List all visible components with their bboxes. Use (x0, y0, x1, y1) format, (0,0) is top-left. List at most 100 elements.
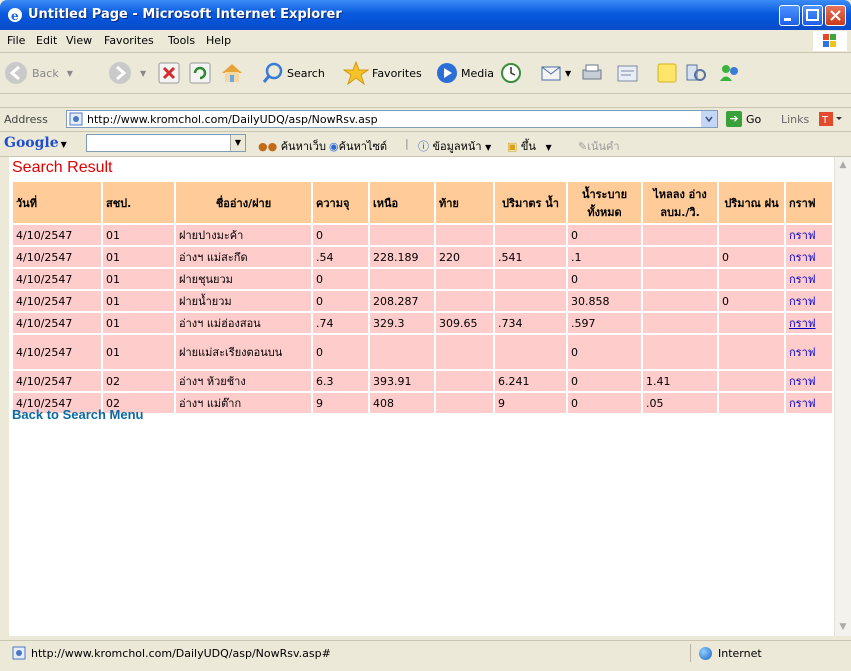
search-button[interactable]: Search (262, 61, 325, 85)
go-arrow-icon: ➔ (726, 111, 742, 127)
table-row: 4/10/2547 01 ฝายชุนยวม 0 0 กราฟ (13, 269, 832, 289)
close-button[interactable] (825, 5, 846, 26)
home-button[interactable] (220, 61, 244, 85)
graph-link[interactable]: กราฟ (786, 269, 832, 289)
search-label: Search (287, 66, 325, 80)
address-input[interactable]: http://www.kromchol.com/DailyUDQ/asp/Now… (66, 110, 718, 128)
graph-link[interactable]: กราฟ (786, 393, 832, 413)
refresh-icon (189, 62, 211, 84)
col-name: ชื่ออ่าง/ฝาย (176, 182, 311, 223)
graph-link[interactable]: กราฟ (786, 371, 832, 391)
cell-name: ฝายน้ำยวม (176, 291, 311, 311)
col-capacity: ความจุ (313, 182, 368, 223)
cell-date: 4/10/2547 (13, 313, 101, 333)
google-logo[interactable]: Google ▼ (4, 135, 67, 151)
search-web-button[interactable]: ●● ค้นหาเว็บ (258, 137, 326, 155)
cell-date: 4/10/2547 (13, 371, 101, 391)
edit-button[interactable] (616, 61, 640, 85)
page-info-button[interactable]: ⓘ ข้อมูลหน้า ▼ (418, 137, 491, 155)
cell-capacity: 9 (313, 393, 368, 413)
menu-tools[interactable]: Tools (168, 34, 195, 47)
cell-rainfall (719, 313, 784, 333)
maximize-button[interactable] (802, 5, 823, 26)
cell-downstream (436, 225, 493, 245)
cell-capacity: 0 (313, 291, 368, 311)
col-rainfall: ปริมาณ ฝน (719, 182, 784, 223)
graph-link[interactable]: กราฟ (786, 225, 832, 245)
graph-link[interactable]: กราฟ (786, 291, 832, 311)
page-icon (69, 112, 83, 126)
minimize-button[interactable] (779, 5, 800, 26)
cell-total-discharge: 0 (568, 371, 641, 391)
messenger-button[interactable] (718, 61, 742, 85)
search-site-button[interactable]: ◉ค้นหาไซต์ (329, 137, 387, 155)
cell-upstream: 408 (370, 393, 434, 413)
links-button[interactable]: Links (781, 113, 809, 126)
back-dropdown-icon[interactable]: ▼ (67, 69, 73, 78)
table-row: 4/10/2547 01 อ่างฯ แม่ฮ่องสอน .74 329.3 309.6… (13, 313, 832, 333)
cell-upstream: 329.3 (370, 313, 434, 333)
cell-name: ฝายแม่สะเรียงตอนบน (176, 335, 311, 369)
maximize-icon (806, 9, 819, 21)
status-bar: http://www.kromchol.com/DailyUDQ/asp/Now… (0, 640, 851, 671)
windows-logo-icon (813, 31, 847, 51)
favorites-label: Favorites (372, 66, 422, 80)
refresh-button[interactable] (189, 61, 211, 85)
google-search-dropdown-icon[interactable]: ▼ (230, 135, 245, 151)
highlighter-icon: ✎ (578, 140, 588, 153)
back-arrow-icon (5, 62, 27, 84)
up-button[interactable]: ▣ ขึ้น ▼ (507, 137, 552, 155)
graph-link[interactable]: กราฟ (786, 247, 832, 267)
folder-up-icon: ▣ (507, 140, 518, 153)
title-bar[interactable]: e Untitled Page - Microsoft Internet Exp… (0, 0, 851, 30)
cell-capacity: 0 (313, 269, 368, 289)
back-to-search-link[interactable]: Back to Search Menu (12, 407, 144, 422)
col-inflow: ไหลลง อ่าง ลบม./วิ. (643, 182, 717, 223)
google-search-input[interactable]: ▼ (86, 134, 246, 152)
address-label: Address (4, 113, 48, 126)
stop-button[interactable] (158, 61, 180, 85)
favorites-button[interactable]: Favorites (343, 61, 422, 85)
status-text: http://www.kromchol.com/DailyUDQ/asp/Now… (31, 647, 331, 660)
menu-favorites[interactable]: Favorites (104, 34, 154, 47)
address-dropdown-icon[interactable] (701, 111, 717, 127)
cell-downstream: 220 (436, 247, 493, 267)
zone-label: Internet (718, 646, 762, 660)
go-button[interactable]: ➔ Go (726, 111, 761, 127)
cell-inflow (643, 313, 717, 333)
scroll-up-icon[interactable]: ▲ (835, 157, 851, 174)
forward-button[interactable]: ▼ (108, 61, 146, 85)
cell-date: 4/10/2547 (13, 247, 101, 267)
cell-water-volume (495, 291, 566, 311)
menu-edit[interactable]: Edit (36, 34, 57, 47)
translate-icon[interactable]: T (818, 111, 842, 127)
menu-help[interactable]: Help (206, 34, 231, 47)
mail-icon (541, 66, 561, 81)
research-button[interactable] (684, 61, 708, 85)
messenger-note-button[interactable] (656, 61, 678, 85)
media-button[interactable]: Media (436, 61, 494, 85)
security-zone: Internet (690, 644, 809, 662)
cell-water-volume: .734 (495, 313, 566, 333)
graph-link[interactable]: กราฟ (786, 335, 832, 369)
vertical-scrollbar[interactable]: ▲ ▼ (834, 157, 851, 636)
menu-file[interactable]: File (7, 34, 25, 47)
cell-water-volume: .541 (495, 247, 566, 267)
cell-inflow: .05 (643, 393, 717, 413)
note-icon (657, 63, 677, 83)
highlight-button[interactable]: ✎เน้นคำ (578, 137, 620, 155)
forward-dropdown-icon[interactable]: ▼ (140, 69, 146, 78)
col-region: สชป. (103, 182, 174, 223)
cell-name: อ่างฯ แม่ฮ่องสอน (176, 313, 311, 333)
back-button[interactable]: Back ▼ (4, 61, 73, 85)
menu-view[interactable]: View (66, 34, 92, 47)
mail-button[interactable]: ▼ (540, 61, 571, 85)
stop-icon (158, 62, 180, 84)
media-icon (437, 63, 457, 83)
graph-link[interactable]: กราฟ (786, 313, 832, 333)
scroll-down-icon[interactable]: ▼ (835, 619, 851, 636)
cell-downstream (436, 335, 493, 369)
history-button[interactable] (500, 61, 522, 85)
svg-text:e: e (11, 9, 19, 23)
print-button[interactable] (580, 61, 604, 85)
